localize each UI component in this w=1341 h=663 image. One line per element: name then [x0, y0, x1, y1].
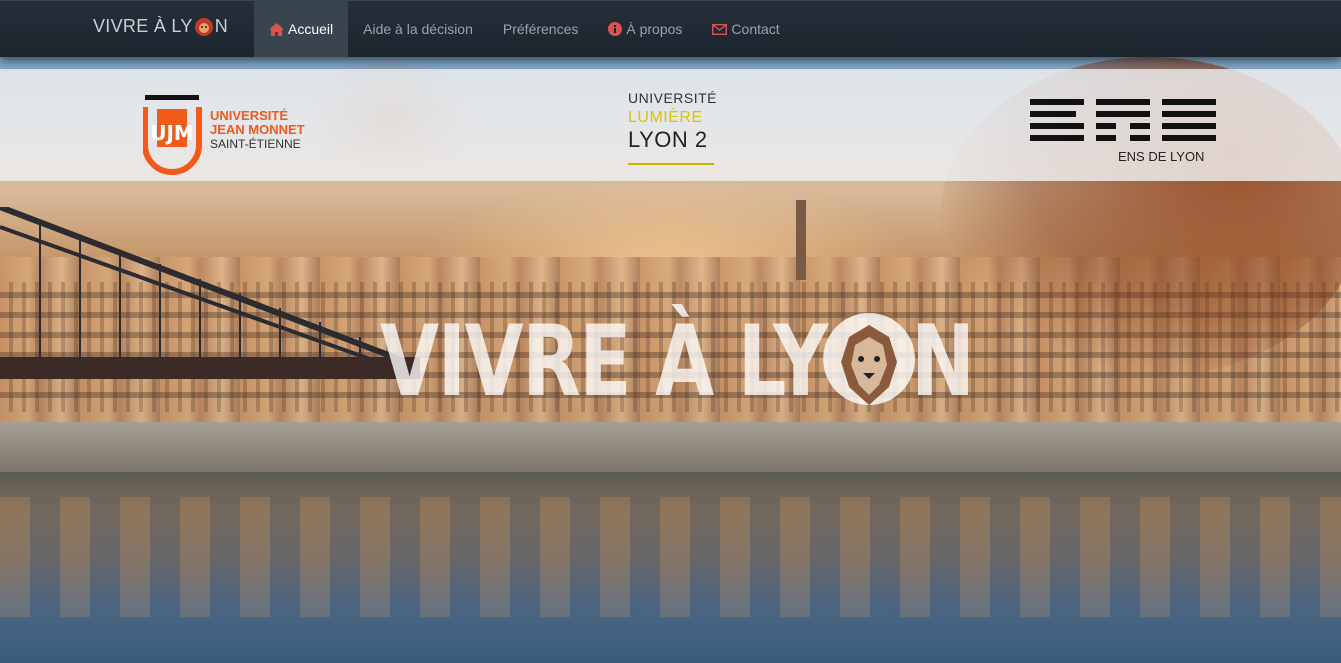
info-circle-icon [608, 22, 623, 36]
hero-banner: UJM UNIVERSITÉ JEAN MONNET SAINT-ÉTIENNE… [0, 57, 1341, 663]
ujm-logo-text: UNIVERSITÉ JEAN MONNET SAINT-ÉTIENNE [210, 108, 305, 152]
hero-title-start: VIVRE À LY [380, 305, 828, 419]
home-icon [269, 22, 284, 36]
top-navbar: VIVRE À LY N Accueil Aide à la décision … [0, 0, 1341, 57]
ens-logo-label: ENS DE LYON [1118, 149, 1205, 164]
brand-text-start: VIVRE À LY [93, 16, 193, 36]
river-quay [0, 422, 1341, 472]
ujm-line3: SAINT-ÉTIENNE [210, 137, 301, 151]
hero-title-end: N [911, 305, 975, 419]
nav-item-a-propos[interactable]: À propos [593, 1, 697, 57]
brand-link[interactable]: VIVRE À LY N [93, 16, 228, 37]
lyon2-logo: UNIVERSITÉ LUMIÈRE LYON 2 [628, 89, 717, 172]
nav-item-aide-decision[interactable]: Aide à la décision [348, 1, 488, 57]
ens-logo [1030, 99, 1216, 141]
nav-label-accueil: Accueil [288, 21, 334, 37]
svg-text:UJM: UJM [150, 121, 194, 145]
lion-icon [822, 313, 915, 405]
main-nav: Accueil Aide à la décision Préférences À… [254, 1, 795, 57]
footbridge [0, 207, 420, 379]
lion-icon [194, 17, 213, 36]
nav-label-preferences: Préférences [502, 21, 579, 37]
lyon2-tagline-mark [628, 163, 714, 165]
partner-logos-strip: UJM UNIVERSITÉ JEAN MONNET SAINT-ÉTIENNE… [0, 69, 1341, 181]
nav-item-contact[interactable]: Contact [697, 1, 794, 57]
envelope-icon [712, 23, 728, 35]
nav-item-accueil[interactable]: Accueil [254, 1, 349, 57]
ujm-line1: UNIVERSITÉ [210, 108, 289, 123]
nav-item-preferences[interactable]: Préférences [488, 1, 593, 57]
nav-label-a-propos: À propos [626, 21, 683, 37]
hero-title: VIVRE À LY N [380, 302, 975, 422]
ujm-logo: UJM [143, 95, 202, 175]
fourviere-tower [796, 200, 806, 280]
nav-label-aide-decision: Aide à la décision [363, 21, 473, 37]
brand-text-end: N [214, 16, 229, 36]
lyon2-line1: UNIVERSITÉ [628, 90, 718, 106]
water-reflection [0, 497, 1341, 617]
ujm-line2: JEAN MONNET [210, 122, 305, 137]
lyon2-line3: LYON 2 [628, 127, 708, 152]
nav-label-contact: Contact [731, 21, 780, 37]
lyon2-line2: LUMIÈRE [628, 109, 703, 126]
